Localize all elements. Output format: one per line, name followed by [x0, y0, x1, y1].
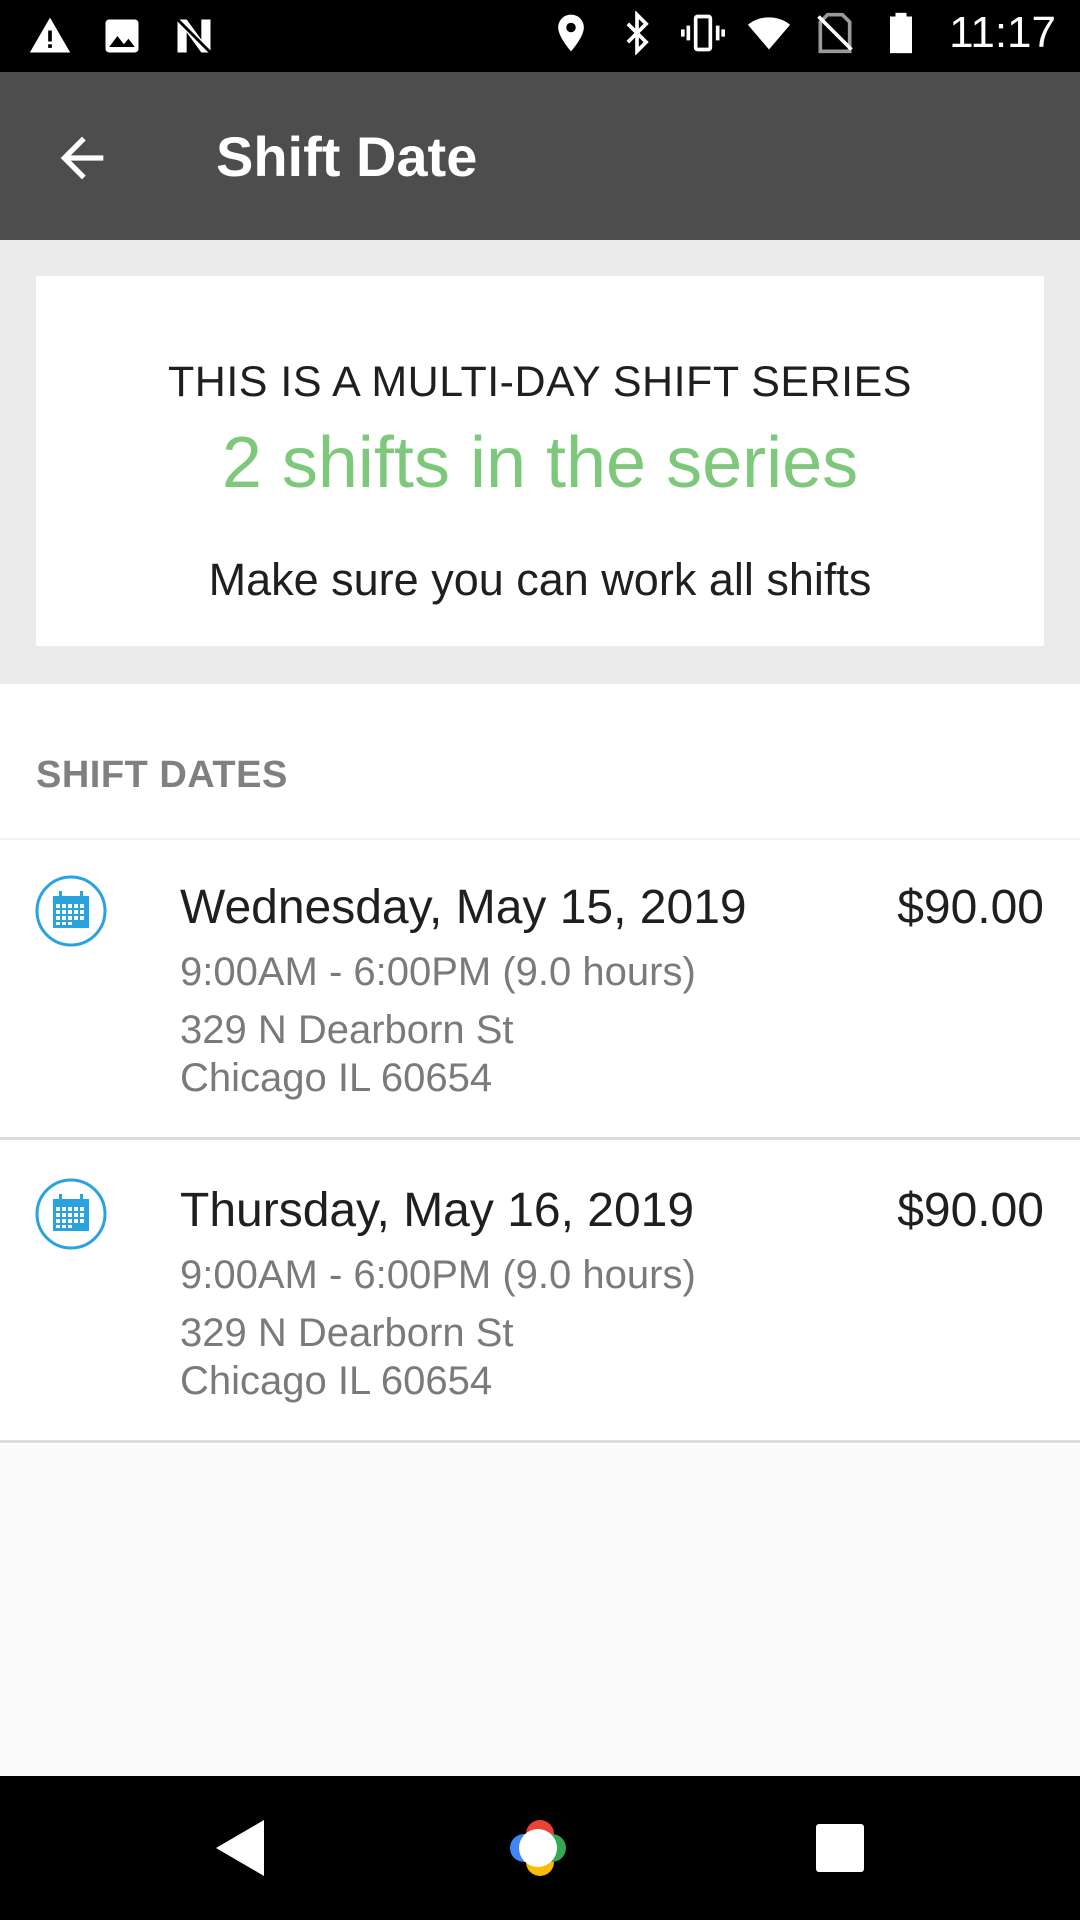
series-banner-card: THIS IS A MULTI-DAY SHIFT SERIES 2 shift… — [36, 276, 1044, 646]
system-nav-bar — [0, 1776, 1080, 1920]
screen: 11:17 Shift Date THIS IS A MULTI-DAY SHI… — [0, 0, 1080, 1920]
bluetooth-icon — [626, 11, 649, 55]
warning-icon — [29, 17, 71, 53]
status-bar: 11:17 — [0, 0, 1080, 72]
series-count: 2 shifts in the series — [221, 423, 859, 503]
shift-row-1[interactable]: Wednesday, May 15, 2019 $90.00 9:00AM - … — [0, 840, 1080, 1140]
vibrate-icon — [681, 14, 726, 52]
series-heading: THIS IS A MULTI-DAY SHIFT SERIES — [168, 358, 912, 406]
shift-date: Thursday, May 16, 2019 — [180, 1184, 695, 1237]
shift-row-2[interactable]: Thursday, May 16, 2019 $90.00 9:00AM - 6… — [0, 1143, 1080, 1443]
series-note: Make sure you can work all shifts — [208, 554, 872, 605]
battery-icon — [890, 12, 913, 54]
recents-square-icon[interactable] — [804, 1812, 876, 1884]
wifi-icon — [748, 17, 791, 50]
calendar-icon — [35, 1178, 107, 1250]
shift-city: Chicago IL 60654 — [180, 1359, 493, 1403]
home-assistant-icon[interactable] — [502, 1812, 574, 1884]
section-header: SHIFT DATES — [36, 754, 288, 796]
n-app-icon — [176, 18, 212, 54]
shift-price: $90.00 — [897, 881, 1044, 934]
shift-city: Chicago IL 60654 — [180, 1056, 493, 1100]
shift-street: 329 N Dearborn St — [180, 1008, 514, 1052]
app-toolbar: Shift Date — [0, 72, 1080, 240]
divider — [0, 1440, 1080, 1443]
shift-price: $90.00 — [897, 1184, 1044, 1237]
calendar-icon — [35, 875, 107, 947]
shift-date: Wednesday, May 15, 2019 — [180, 881, 747, 934]
divider — [0, 1137, 1080, 1140]
arrow-back-icon[interactable] — [50, 126, 114, 190]
status-left-icons — [28, 14, 216, 58]
status-time: 11:17 — [949, 8, 1056, 57]
series-banner-area: THIS IS A MULTI-DAY SHIFT SERIES 2 shift… — [0, 240, 1080, 684]
shift-time: 9:00AM - 6:00PM (9.0 hours) — [180, 1253, 696, 1297]
page-title: Shift Date — [216, 125, 478, 188]
shift-street: 329 N Dearborn St — [180, 1311, 514, 1355]
back-triangle-icon[interactable] — [204, 1812, 276, 1884]
location-icon — [558, 14, 584, 52]
image-icon — [105, 19, 139, 53]
status-right-icons: 11:17 — [549, 8, 1056, 58]
shift-dates-section: SHIFT DATES Wednesday, May 15, 2019 $90.… — [0, 684, 1080, 1444]
no-sim-icon — [817, 12, 853, 54]
shift-time: 9:00AM - 6:00PM (9.0 hours) — [180, 950, 696, 994]
